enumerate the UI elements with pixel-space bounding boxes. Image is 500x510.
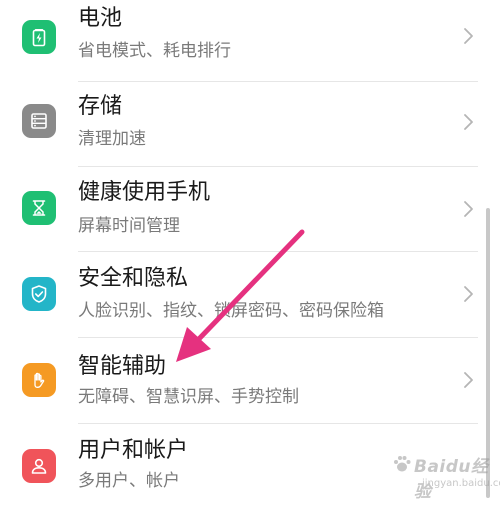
settings-item-security-privacy[interactable]: 安全和隐私 人脸识别、指纹、锁屏密码、密码保险箱 [0,252,500,338]
item-title: 用户和帐户 [78,438,189,463]
item-subtitle: 清理加速 [78,129,146,149]
item-title: 智能辅助 [78,354,167,379]
hand-icon [22,363,56,397]
settings-item-battery[interactable]: 电池 省电模式、耗电排行 [0,0,500,84]
chevron-right-icon [462,199,476,219]
item-title: 健康使用手机 [78,180,211,205]
watermark-brand: Baidu经验 [414,457,489,502]
settings-item-storage[interactable]: 存储 清理加速 [0,82,500,168]
user-icon [22,449,56,483]
battery-icon [22,20,56,54]
watermark-url: jingyan.baidu.com [422,478,500,489]
chevron-right-icon [462,284,476,304]
settings-list: 电池 省电模式、耗电排行 存储 清理加速 健康使用手机 屏幕时间管理 安全和隐私… [0,0,500,500]
storage-icon [22,104,56,138]
baidu-watermark: Baidu经验 jingyan.baidu.com [392,452,500,502]
settings-item-smart-assistance[interactable]: 智能辅助 无障碍、智慧识屏、手势控制 [0,338,500,424]
item-title: 安全和隐私 [78,266,189,291]
item-title: 存储 [78,94,123,119]
item-title: 电池 [78,6,123,31]
paw-logo-icon [394,456,411,472]
chevron-right-icon [462,370,476,390]
item-subtitle: 屏幕时间管理 [78,216,180,236]
settings-item-digital-balance[interactable]: 健康使用手机 屏幕时间管理 [0,167,500,253]
hourglass-icon [22,191,56,225]
item-subtitle: 省电模式、耗电排行 [78,41,231,61]
shield-icon [22,277,56,311]
chevron-right-icon [462,26,476,46]
item-subtitle: 无障碍、智慧识屏、手势控制 [78,387,299,407]
item-subtitle: 多用户、帐户 [78,471,180,491]
chevron-right-icon [462,112,476,132]
item-subtitle: 人脸识别、指纹、锁屏密码、密码保险箱 [78,301,384,321]
